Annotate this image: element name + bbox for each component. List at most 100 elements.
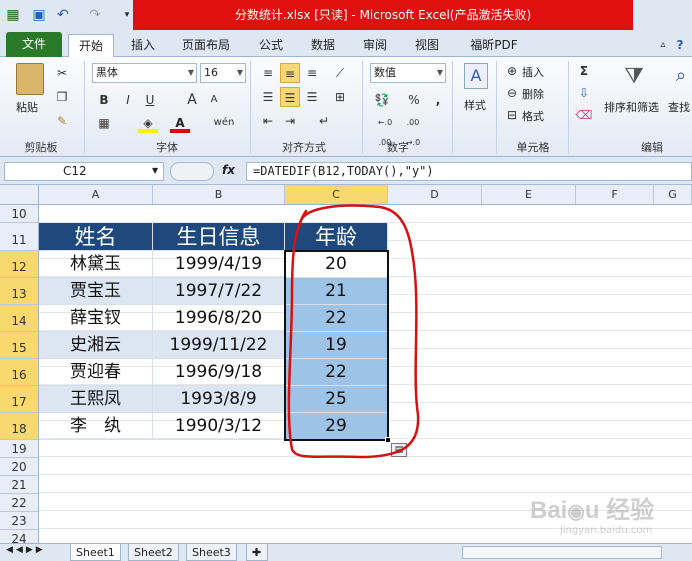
tab-file[interactable]: 文件 [6,32,62,57]
borders-icon[interactable]: ▦ [94,113,114,133]
fill-icon[interactable]: ⇩ [574,83,594,103]
tab-page-layout[interactable]: 页面布局 [180,34,232,57]
decrease-indent-icon[interactable]: ⇤ [258,111,278,131]
group-divider [84,61,85,153]
italic-button[interactable]: I [118,90,138,110]
find-icon[interactable]: ⌕ [676,65,692,89]
align-top-icon[interactable]: ≡ [258,63,278,83]
wrap-text-icon[interactable]: ↵ [314,111,334,131]
grow-font-button[interactable]: A [182,90,202,110]
font-name-value: 黑体 [96,66,118,79]
increase-decimal-button[interactable]: ←.0 .00 [372,113,398,147]
sheet-tab[interactable]: Sheet2 [128,544,179,561]
shrink-font-button[interactable]: A [204,90,224,110]
chevron-down-icon: ▼ [236,68,243,77]
group-divider [250,61,251,153]
sheet-tab[interactable]: Sheet1 [70,544,121,561]
baidu-watermark: Bai◉u 经验 jingyan.baidu.com [530,497,655,536]
find-button[interactable]: 查找 [668,99,690,115]
phonetic-button[interactable]: wén [212,113,236,133]
sort-filter-icon[interactable]: ⧩ [620,63,648,91]
name-box-value: C12 [63,164,87,178]
ribbon-minimize-icon[interactable]: ▵ [656,34,670,57]
cells-group-label: 单元格 [516,141,550,154]
cut-icon[interactable]: ✂ [52,63,72,83]
font-name-select[interactable]: 黑体 ▼ [92,63,197,83]
align-left-icon[interactable]: ☰ [258,87,278,107]
name-box[interactable]: C12 [4,162,164,181]
font-group-label: 字体 [156,141,178,154]
group-divider [568,61,569,153]
tab-foxit-pdf[interactable]: 福昕PDF [464,34,524,57]
window-title: 分数统计.xlsx [只读] - Microsoft Excel(产品激活失败) [133,0,633,30]
decrease-decimal-button[interactable]: .00 →.0 [400,113,426,147]
align-center-icon[interactable]: ☰ [280,87,300,107]
format-cells-icon[interactable]: ⊟ [502,105,522,125]
tab-home[interactable]: 开始 [68,34,114,58]
number-format-select[interactable]: 数值 ▼ [370,63,446,83]
new-sheet-icon[interactable]: ✚ [246,544,268,561]
autosum-button[interactable]: Σ [574,61,594,81]
insert-cells-icon[interactable]: ⊕ [502,61,522,81]
formula-bar: C12 ▼ fx =DATEDIF(B12,TODAY(),"y") [0,157,692,185]
delete-cells-icon[interactable]: ⊖ [502,83,522,103]
font-size-value: 16 [204,66,218,79]
sheet-tab[interactable]: Sheet3 [186,544,237,561]
format-painter-icon[interactable]: ✎ [52,111,72,131]
align-middle-icon[interactable]: ≡ [280,63,300,83]
font-size-select[interactable]: 16 ▼ [200,63,246,83]
clear-icon[interactable]: ⌫ [574,105,594,125]
underline-button[interactable]: U [140,90,160,110]
alignment-group-label: 对齐方式 [282,141,326,154]
group-divider [362,61,363,153]
orientation-icon[interactable]: ⟋ [330,63,350,83]
currency-icon[interactable]: 💱 [372,90,392,110]
comma-style-button[interactable]: , [428,90,448,110]
delete-cells-button[interactable]: 删除 [522,86,544,102]
percent-button[interactable]: % [404,90,424,110]
tab-data[interactable]: 数据 [308,34,338,57]
increase-indent-icon[interactable]: ⇥ [280,111,300,131]
tab-review[interactable]: 审阅 [360,34,390,57]
title-bar: ▦ ▣ ↶ ↷ ▾ 分数统计.xlsx [只读] - Microsoft Exc… [0,0,692,30]
editing-group-label: 编辑 [641,141,663,154]
ribbon-tab-bar: 文件 开始 插入 页面布局 公式 数据 审阅 视图 福昕PDF ▵ ? [0,30,692,58]
fill-color-icon[interactable]: ◈ [138,113,158,133]
number-group-label: 数字 [387,141,409,154]
sheet-tab-bar: ◀◀▶▶ Sheet1 Sheet2 Sheet3 ✚ [0,543,692,561]
horizontal-scrollbar[interactable] [462,546,662,559]
styles-button[interactable]: 样式 [464,97,486,113]
group-divider [496,61,497,153]
undo-icon[interactable]: ↶ [54,6,72,24]
format-cells-button[interactable]: 格式 [522,108,544,124]
excel-logo-icon: ▦ [6,7,20,23]
bold-button[interactable]: B [94,90,114,110]
group-divider [452,61,453,153]
formula-input[interactable]: =DATEDIF(B12,TODAY(),"y") [246,162,692,181]
clipboard-group-label: 剪贴板 [24,141,58,154]
tab-formulas[interactable]: 公式 [256,34,286,57]
chevron-down-icon[interactable]: ▼ [152,166,158,175]
redo-icon[interactable]: ↷ [86,6,104,24]
chevron-down-icon: ▼ [436,68,443,77]
paste-icon[interactable] [16,63,44,95]
sort-filter-button[interactable]: 排序和筛选 [604,99,659,115]
number-format-value: 数值 [374,66,396,79]
formula-bar-toggle[interactable] [170,162,214,181]
sheet-nav-icon[interactable]: ◀◀▶▶ [6,545,46,555]
align-bottom-icon[interactable]: ≡ [302,63,322,83]
styles-icon[interactable]: A [464,63,488,89]
help-icon[interactable]: ? [672,34,688,57]
paste-button[interactable]: 粘贴 [16,99,38,115]
save-icon[interactable]: ▣ [30,6,48,24]
font-color-icon[interactable]: A [170,113,190,133]
align-right-icon[interactable]: ☰ [302,87,322,107]
tab-view[interactable]: 视图 [412,34,442,57]
insert-cells-button[interactable]: 插入 [522,64,544,80]
chevron-down-icon: ▼ [187,68,194,77]
insert-function-button[interactable]: fx [222,163,235,177]
tab-insert[interactable]: 插入 [128,34,158,57]
copy-icon[interactable]: ❐ [52,87,72,107]
worksheet-grid[interactable]: A B C D E F G 10 11 12 13 14 15 16 17 18… [0,185,692,543]
merge-center-icon[interactable]: ⊞ [330,87,350,107]
